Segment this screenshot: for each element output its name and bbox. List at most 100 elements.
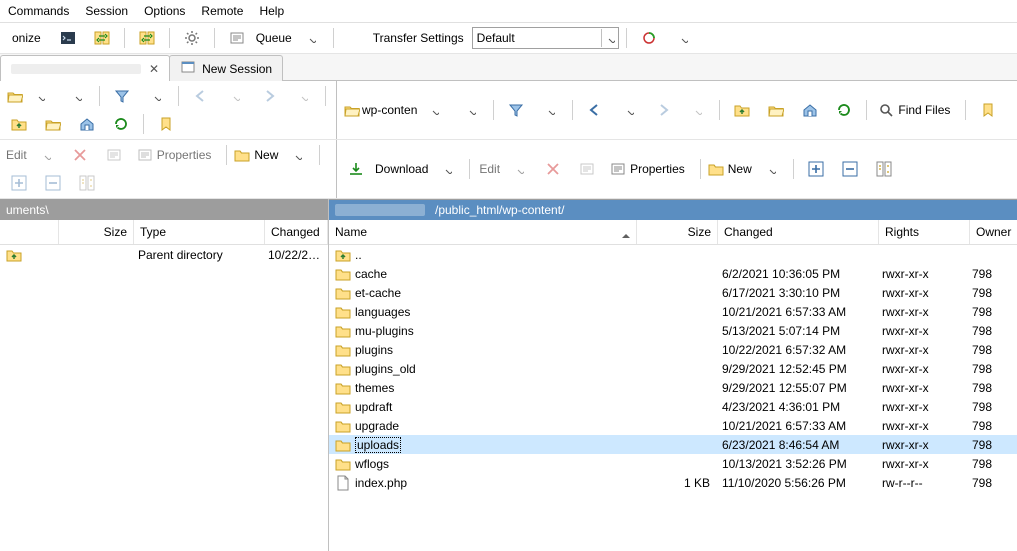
up-icon: [335, 247, 351, 263]
new-button[interactable]: New: [708, 158, 786, 180]
filter-icon[interactable]: [107, 84, 137, 108]
cell-owner: 798: [966, 305, 1017, 319]
folder-icon: [335, 418, 351, 434]
list-item[interactable]: languages10/21/2021 6:57:33 AMrwxr-xr-x7…: [329, 302, 1017, 321]
list-item[interactable]: themes9/29/2021 12:55:07 PMrwxr-xr-x798: [329, 378, 1017, 397]
chevron-down-icon[interactable]: [456, 98, 486, 122]
chevron-down-icon[interactable]: [296, 26, 326, 50]
synchronize-button[interactable]: onize: [4, 26, 49, 50]
list-item[interactable]: mu-plugins5/13/2021 5:07:14 PMrwxr-xr-x7…: [329, 321, 1017, 340]
remote-folder-combo[interactable]: wp-conten: [341, 98, 452, 122]
local-file-list[interactable]: Parent directory10/22/2021 10:28: [0, 245, 328, 551]
root-dir-icon[interactable]: [761, 98, 791, 122]
cell-name: upgrade: [329, 418, 636, 434]
tab-new-session[interactable]: New Session: [169, 55, 283, 81]
main-toolbar: onize Queue Transfer Settings: [0, 23, 1017, 54]
col-rights[interactable]: Rights: [879, 220, 970, 244]
folder-icon: [335, 266, 351, 282]
transfer-settings-icon[interactable]: [132, 26, 162, 50]
select-all-icon[interactable]: [801, 157, 831, 181]
list-item[interactable]: plugins10/22/2021 6:57:32 AMrwxr-xr-x798: [329, 340, 1017, 359]
properties-button[interactable]: Properties: [606, 157, 693, 181]
cell-rights: rwxr-xr-x: [876, 457, 966, 471]
local-path-bar[interactable]: uments\: [0, 199, 328, 220]
chevron-down-icon[interactable]: [668, 26, 698, 50]
list-item[interactable]: updraft4/23/2021 4:36:01 PMrwxr-xr-x798: [329, 397, 1017, 416]
list-item[interactable]: Parent directory10/22/2021 10:28: [0, 245, 328, 264]
menu-commands[interactable]: Commands: [6, 2, 71, 20]
chevron-down-icon[interactable]: [62, 84, 92, 108]
home-icon[interactable]: [72, 112, 102, 136]
col-size[interactable]: Size: [59, 220, 134, 244]
gear-icon[interactable]: [177, 26, 207, 50]
host-redacted: [335, 204, 425, 216]
col-owner[interactable]: Owner: [970, 220, 1017, 244]
back-button[interactable]: [580, 98, 610, 122]
cell-name: uploads: [329, 437, 636, 453]
transfer-settings-combo[interactable]: [472, 27, 619, 49]
parent-dir-icon[interactable]: [4, 112, 34, 136]
find-files-button[interactable]: Find Files: [874, 98, 958, 122]
chevron-down-icon[interactable]: [614, 98, 644, 122]
tab-session[interactable]: ✕: [0, 55, 170, 81]
chevron-down-icon[interactable]: [25, 84, 55, 108]
chevron-down-icon[interactable]: [601, 29, 618, 47]
session-name: [11, 64, 141, 74]
folder-icon: [335, 304, 351, 320]
col-name[interactable]: Name: [329, 220, 637, 244]
new-button[interactable]: New: [234, 144, 312, 166]
menu-remote[interactable]: Remote: [199, 2, 245, 20]
menu-help[interactable]: Help: [257, 2, 286, 20]
local-pane: uments\ Size Type Changed Parent directo…: [0, 199, 329, 551]
sync-browse-icon[interactable]: [87, 26, 117, 50]
list-item[interactable]: et-cache6/17/2021 3:30:10 PMrwxr-xr-x798: [329, 283, 1017, 302]
select-none-icon[interactable]: [835, 157, 865, 181]
list-item[interactable]: plugins_old9/29/2021 12:52:45 PMrwxr-xr-…: [329, 359, 1017, 378]
delete-icon: [65, 143, 95, 167]
diff-icon[interactable]: [869, 157, 899, 181]
refresh-icon[interactable]: [829, 98, 859, 122]
local-columns: Size Type Changed: [0, 220, 328, 245]
col-changed[interactable]: Changed: [718, 220, 879, 244]
cell-rights: rwxr-xr-x: [876, 362, 966, 376]
parent-dir-icon[interactable]: [727, 98, 757, 122]
home-icon[interactable]: [795, 98, 825, 122]
close-icon[interactable]: ✕: [149, 62, 159, 76]
chevron-down-icon[interactable]: [756, 157, 786, 181]
col-changed[interactable]: Changed: [265, 220, 328, 244]
menu-options[interactable]: Options: [142, 2, 187, 20]
remote-path-bar[interactable]: /public_html/wp-content/: [329, 199, 1017, 220]
list-item[interactable]: ..: [329, 245, 1017, 264]
remote-file-list[interactable]: ..cache6/2/2021 10:36:05 PMrwxr-xr-x798e…: [329, 245, 1017, 551]
terminal-icon[interactable]: [53, 26, 83, 50]
root-dir-icon[interactable]: [38, 112, 68, 136]
anim-icon[interactable]: [634, 26, 664, 50]
list-item[interactable]: index.php1 KB11/10/2020 5:56:26 PMrw-r--…: [329, 473, 1017, 492]
chevron-down-icon[interactable]: [419, 98, 449, 122]
cell-changed: 4/23/2021 4:36:01 PM: [716, 400, 876, 414]
transfer-settings-value[interactable]: [473, 29, 601, 47]
download-button[interactable]: Download: [341, 158, 462, 180]
list-item[interactable]: cache6/2/2021 10:36:05 PMrwxr-xr-x798: [329, 264, 1017, 283]
refresh-icon[interactable]: [106, 112, 136, 136]
menu-session[interactable]: Session: [83, 2, 130, 20]
bookmark-icon[interactable]: [151, 112, 181, 136]
chevron-down-icon[interactable]: [282, 143, 312, 167]
col-name[interactable]: [0, 220, 59, 244]
col-size[interactable]: Size: [637, 220, 718, 244]
col-type[interactable]: Type: [134, 220, 265, 244]
cell-rights: rwxr-xr-x: [876, 343, 966, 357]
folder-icon: [344, 102, 360, 118]
list-item[interactable]: upgrade10/21/2021 6:57:33 AMrwxr-xr-x798: [329, 416, 1017, 435]
list-item[interactable]: wflogs10/13/2021 3:52:26 PMrwxr-xr-x798: [329, 454, 1017, 473]
forward-button: [648, 98, 678, 122]
chevron-down-icon[interactable]: [141, 84, 171, 108]
queue-button[interactable]: Queue: [222, 27, 326, 49]
list-item[interactable]: uploads6/23/2021 8:46:54 AMrwxr-xr-x798: [329, 435, 1017, 454]
chevron-down-icon[interactable]: [535, 98, 565, 122]
bookmark-icon[interactable]: [973, 98, 1003, 122]
chevron-down-icon[interactable]: [432, 157, 462, 181]
filter-icon[interactable]: [501, 98, 531, 122]
local-folder-combo[interactable]: [4, 84, 58, 108]
folder-icon: [335, 437, 351, 453]
